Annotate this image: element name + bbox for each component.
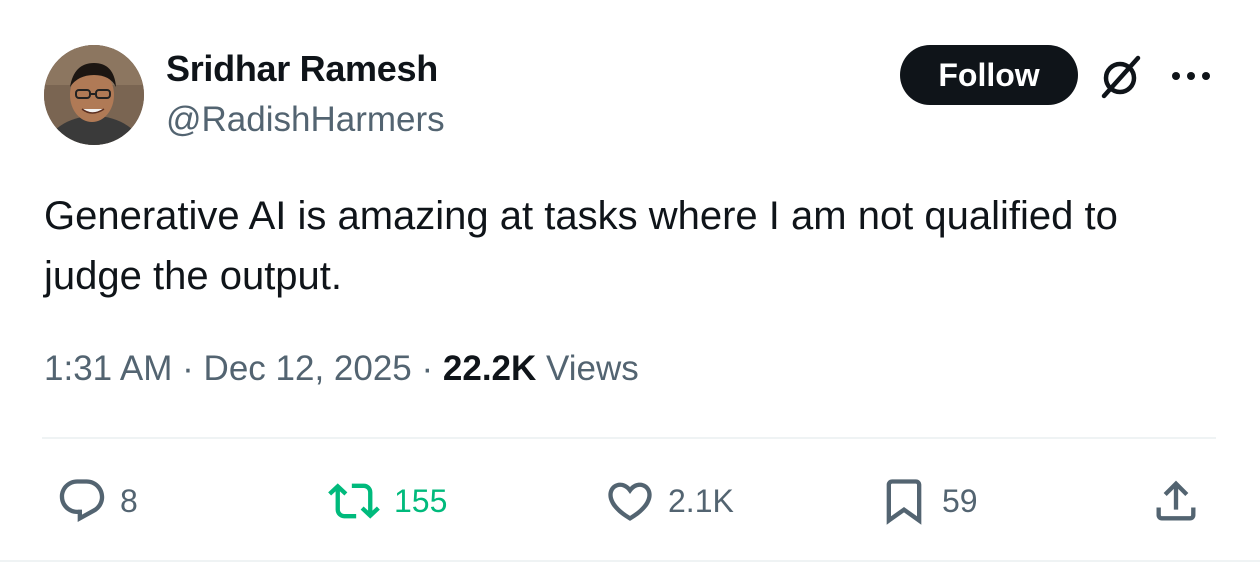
reply-icon — [59, 479, 105, 523]
meta-separator: · — [182, 349, 194, 388]
heart-icon — [608, 482, 652, 521]
bookmark-count: 59 — [942, 482, 978, 519]
bookmark-icon — [886, 479, 922, 525]
tweet-date[interactable]: Dec 12, 2025 — [204, 349, 412, 388]
repost-icon — [328, 483, 380, 519]
reply-button[interactable]: 8 — [56, 474, 138, 528]
meta-separator: · — [421, 349, 434, 388]
divider — [42, 437, 1216, 439]
tweet-time[interactable]: 1:31 AM — [44, 349, 172, 388]
views-count: 22.2K — [442, 349, 537, 388]
author-handle[interactable]: @RadishHarmers — [166, 100, 445, 140]
views-label: Views — [546, 349, 639, 388]
reply-count: 8 — [120, 482, 138, 519]
author-display-name[interactable]: Sridhar Ramesh — [166, 48, 438, 90]
bottom-divider — [0, 560, 1260, 562]
repost-count: 155 — [394, 482, 448, 519]
bookmark-button[interactable]: 59 — [878, 474, 978, 528]
more-dots-icon[interactable] — [1168, 66, 1214, 86]
tweet-text: Generative AI is amazing at tasks where … — [44, 194, 1118, 298]
like-button[interactable]: 2.1K — [604, 474, 734, 528]
follow-button[interactable]: Follow — [900, 45, 1078, 105]
share-button[interactable] — [1150, 474, 1202, 528]
like-count: 2.1K — [668, 482, 734, 519]
avatar[interactable] — [44, 45, 144, 145]
repost-button[interactable]: 155 — [326, 474, 447, 528]
share-icon — [1156, 480, 1196, 521]
tweet-meta: 1:31 AM · Dec 12, 2025 · 22.2K Views — [44, 349, 639, 389]
profile-photo-icon — [44, 45, 144, 145]
grok-icon[interactable] — [1096, 52, 1146, 102]
